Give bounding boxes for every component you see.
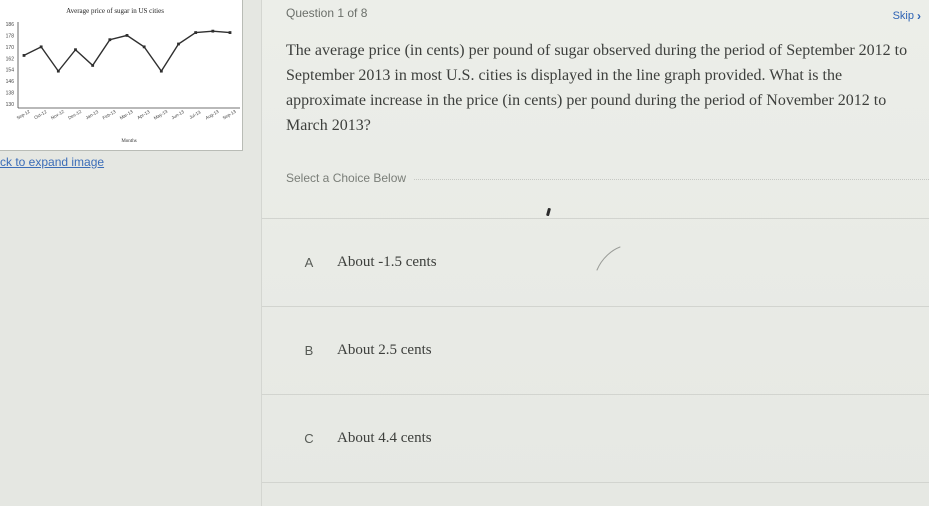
choice-b[interactable]: B About 2.5 cents: [262, 307, 929, 395]
y-tick-label: 130: [6, 102, 15, 108]
y-tick-label: 146: [6, 79, 15, 85]
x-tick-label: Jun-13: [171, 109, 186, 120]
choice-text: About 4.4 cents: [337, 430, 432, 446]
data-point: [211, 29, 215, 33]
x-tick-label: Sep-13: [222, 109, 237, 121]
skip-label: Skip: [892, 10, 914, 22]
data-point: [228, 31, 232, 34]
y-tick-label: 186: [6, 22, 15, 28]
data-point: [22, 54, 26, 57]
x-tick-label: Feb-13: [102, 109, 117, 121]
choice-letter: B: [304, 343, 314, 358]
y-tick-label: 138: [6, 91, 15, 97]
skip-button[interactable]: Skip ›: [893, 9, 921, 23]
x-tick-label: Dec-12: [67, 109, 82, 121]
question-panel: Question 1 of 8 Skip › The average price…: [262, 0, 929, 506]
x-tick-label: Jul-13: [188, 109, 202, 120]
choice-letter: C: [304, 431, 314, 446]
chart-thumbnail[interactable]: Average price of sugar in US cities 186 1…: [0, 0, 243, 151]
data-point: [177, 42, 180, 46]
ink-mark: [546, 207, 551, 217]
choice-text: About -1.5 cents: [337, 254, 437, 270]
sugar-price-line-chart: Average price of sugar in US cities 1861…: [6, 7, 240, 144]
y-tick-label: 178: [6, 33, 15, 39]
data-point: [125, 34, 129, 37]
x-axis-label: Months: [121, 139, 136, 144]
question-text: The average price (in cents) per pound o…: [286, 42, 908, 134]
y-tick-label: 162: [6, 56, 15, 62]
image-panel: Average price of sugar in US cities 186 1…: [0, 0, 262, 506]
series-points: [22, 29, 232, 73]
y-tick-label: 154: [6, 68, 15, 74]
chevron-right-icon: ›: [917, 9, 921, 23]
select-choice-label: Select a Choice Below: [286, 171, 407, 185]
x-tick-label: Apr-13: [136, 109, 151, 120]
data-point: [194, 31, 198, 34]
choice-c[interactable]: C About 4.4 cents: [262, 395, 929, 483]
series-line: [23, 30, 231, 73]
data-point: [56, 69, 60, 73]
data-point: [108, 38, 112, 42]
choice-text: About 2.5 cents: [337, 342, 432, 358]
x-tick-label: Oct-12: [33, 109, 48, 120]
y-tick-labels: 186 178 170 162 154 146 138 130: [6, 22, 15, 108]
expand-image-link[interactable]: ck to expand image: [0, 155, 104, 169]
select-divider: [414, 179, 929, 180]
quiz-screen: Average price of sugar in US cities 186 1…: [0, 0, 929, 506]
data-point: [142, 45, 146, 49]
y-tick-label: 170: [6, 45, 15, 51]
question-counter: Question 1 of 8: [286, 6, 368, 20]
data-point: [74, 48, 77, 52]
data-point: [159, 69, 163, 73]
data-point: [91, 64, 95, 67]
data-point: [39, 45, 43, 49]
x-tick-label: Mar-13: [119, 109, 134, 121]
x-tick-label: Nov-12: [50, 109, 65, 121]
x-tick-label: May-13: [153, 109, 169, 121]
pen-scribble: [596, 246, 621, 271]
x-tick-label: Jan-13: [85, 109, 100, 120]
chart-title: Average price of sugar in US cities: [66, 7, 164, 15]
x-tick-label: Sep-12: [16, 109, 31, 121]
choice-letter: A: [304, 255, 314, 270]
x-tick-labels: Sep-12 Oct-12 Nov-12 Dec-12 Jan-13 Feb-13 Mar-…: [16, 109, 237, 121]
x-tick-label: Aug-13: [205, 109, 220, 121]
